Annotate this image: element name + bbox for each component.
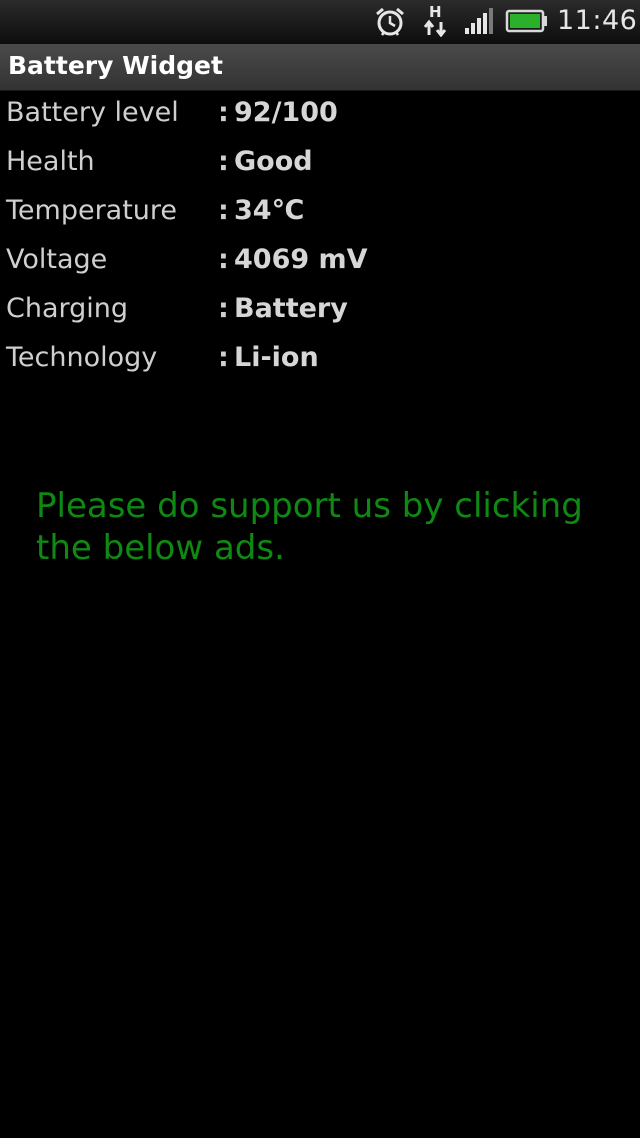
app-title: Battery Widget	[8, 51, 223, 80]
app-title-bar: Battery Widget	[0, 44, 640, 91]
info-separator: :	[218, 293, 229, 324]
info-row-health: Health : Good	[0, 140, 640, 189]
battery-info-list: Battery level : 92/100 Health : Good Tem…	[0, 91, 640, 385]
info-separator: :	[218, 244, 229, 275]
info-separator: :	[218, 146, 229, 177]
info-row-battery-level: Battery level : 92/100	[0, 91, 640, 140]
info-value: 92/100	[234, 97, 338, 128]
support-message: Please do support us by clicking the bel…	[36, 486, 583, 568]
info-row-voltage: Voltage : 4069 mV	[0, 238, 640, 287]
info-label: Battery level	[6, 97, 179, 128]
alarm-clock-icon	[373, 6, 407, 38]
info-label: Charging	[6, 293, 129, 324]
battery-icon	[505, 6, 549, 36]
info-value: 34℃	[234, 195, 305, 226]
info-separator: :	[218, 342, 229, 373]
info-separator: :	[218, 195, 229, 226]
info-value: 4069 mV	[234, 244, 368, 275]
info-row-technology: Technology : Li-ion	[0, 336, 640, 385]
signal-strength-icon	[463, 6, 495, 36]
info-value: Battery	[234, 293, 348, 324]
info-label: Voltage	[6, 244, 108, 275]
info-separator: :	[218, 97, 229, 128]
data-transfer-icon: H	[420, 3, 452, 38]
info-label: Temperature	[6, 195, 178, 226]
info-label: Health	[6, 146, 95, 177]
network-type-label: H	[429, 3, 442, 21]
status-bar-clock: 11:46	[557, 5, 638, 36]
info-label: Technology	[6, 342, 158, 373]
info-row-temperature: Temperature : 34℃	[0, 189, 640, 238]
info-row-charging: Charging : Battery	[0, 287, 640, 336]
info-value: Good	[234, 146, 313, 177]
info-value: Li-ion	[234, 342, 319, 373]
status-bar: H 11:46	[0, 0, 640, 44]
